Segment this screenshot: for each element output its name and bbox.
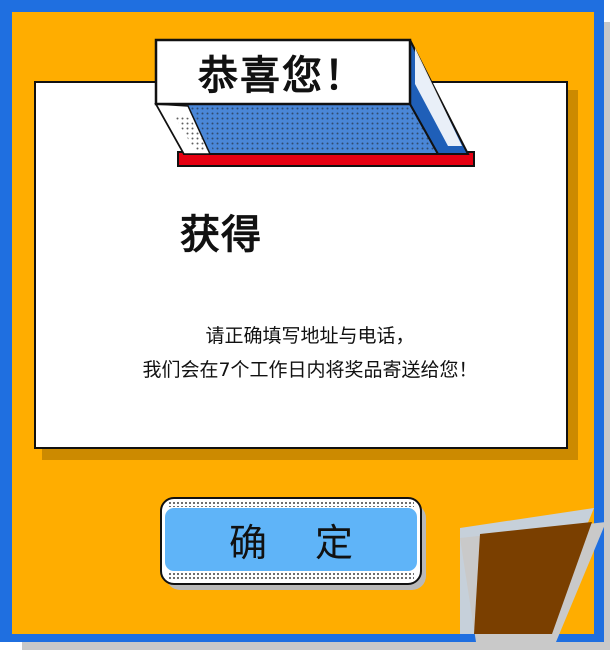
message-line-1: 请正确填写地址与电话， (205, 325, 415, 347)
prize-label: 获得 (180, 212, 262, 258)
confirm-button[interactable]: 确 定 (160, 497, 422, 585)
button-dots-top (168, 501, 414, 507)
button-dots-bottom (168, 572, 414, 581)
dialog-title: 恭喜您！ (198, 53, 366, 99)
confirm-button-label: 确 定 (228, 521, 372, 565)
message-line-2: 我们会在7个工作日内将奖品寄送给您！ (142, 359, 478, 381)
page-curl-corner (460, 508, 606, 642)
